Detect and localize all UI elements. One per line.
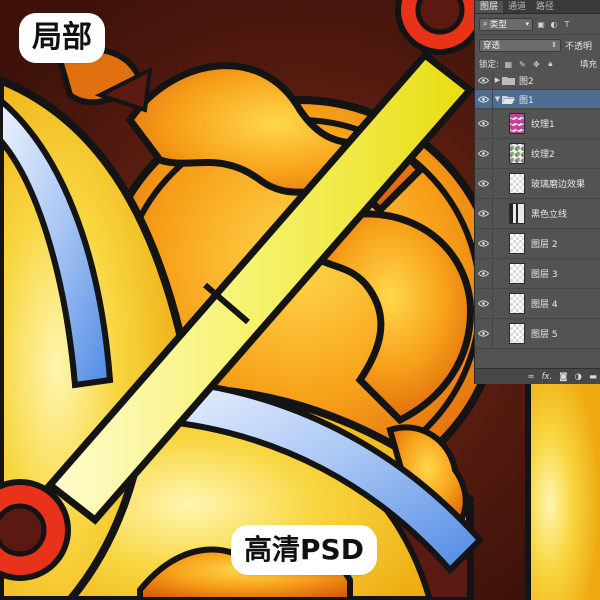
layer-thumbnail xyxy=(509,173,525,194)
layer-list: ▶ 图2 ▼ 图1 纹理1 纹理2 玻璃磨边效果 黑色立线 图层 2 图层 3 … xyxy=(475,71,600,368)
image-filter-icon[interactable]: ▣ xyxy=(536,19,546,29)
layer-row[interactable]: 图层 5 xyxy=(475,319,600,349)
lock-label: 锁定: xyxy=(479,60,499,70)
layer-name: 图层 3 xyxy=(531,270,558,280)
layer-group-row[interactable]: ▶ 图2 xyxy=(475,71,600,90)
new-group-icon[interactable]: ▬ xyxy=(589,372,597,382)
chevron-updown-icon: ⇕ xyxy=(551,41,557,49)
chevron-down-icon: ▾ xyxy=(525,20,529,28)
layer-thumbnail xyxy=(509,203,525,224)
visibility-eye-icon[interactable] xyxy=(475,199,493,228)
folder-icon xyxy=(502,76,515,85)
filter-row: ⌕ 类型 ▾ ▣ ◐ T xyxy=(475,14,600,35)
visibility-eye-icon[interactable] xyxy=(475,139,493,168)
lock-position-icon[interactable]: ✥ xyxy=(532,60,541,69)
visibility-eye-icon[interactable] xyxy=(475,71,493,89)
layer-name: 纹理2 xyxy=(531,150,555,160)
fill-label: 填充 xyxy=(579,60,597,70)
expand-arrow-icon[interactable]: ▶ xyxy=(493,76,502,84)
type-filter-icon[interactable]: T xyxy=(562,19,572,29)
visibility-eye-icon[interactable] xyxy=(475,229,493,258)
lock-transparent-icon[interactable]: ▦ xyxy=(504,60,513,69)
layer-name: 图1 xyxy=(519,95,534,106)
opacity-label: 不透明 xyxy=(565,41,593,52)
collapse-arrow-icon[interactable]: ▼ xyxy=(493,95,502,103)
layer-name: 图层 2 xyxy=(531,240,558,250)
layer-name: 图层 4 xyxy=(531,300,558,310)
adjustment-icon[interactable]: ◑ xyxy=(575,372,582,382)
filter-type-select[interactable]: ⌕ 类型 ▾ xyxy=(479,17,533,31)
layer-name: 图2 xyxy=(519,76,534,87)
layer-row[interactable]: 玻璃磨边效果 xyxy=(475,169,600,199)
visibility-eye-icon[interactable] xyxy=(475,109,493,138)
tab-channels[interactable]: 通道 xyxy=(503,1,531,13)
link-icon[interactable]: ∞ xyxy=(527,372,534,382)
layer-name: 纹理1 xyxy=(531,120,555,130)
panel-bottom-bar: ∞ fx. ◙ ◑ ▬ xyxy=(475,368,600,384)
visibility-eye-icon[interactable] xyxy=(475,90,493,108)
lock-paint-icon[interactable]: ✎ xyxy=(518,60,527,69)
layer-thumbnail xyxy=(509,233,525,254)
layers-panel: 图层 通道 路径 ⌕ 类型 ▾ ▣ ◐ T 穿透 ⇕ 不透明 锁定: ▦ ✎ ✥… xyxy=(474,0,600,384)
lock-all-icon[interactable]: 🔒︎ xyxy=(546,59,555,69)
layer-row[interactable]: 图层 3 xyxy=(475,259,600,289)
open-folder-icon xyxy=(502,95,515,104)
local-detail-label: 局部 xyxy=(22,16,102,60)
layer-thumbnail xyxy=(509,143,525,164)
layer-row[interactable]: 纹理2 xyxy=(475,139,600,169)
blend-row: 穿透 ⇕ 不透明 xyxy=(475,35,600,55)
layer-name: 黑色立线 xyxy=(531,210,568,220)
tab-layers[interactable]: 图层 xyxy=(475,1,504,13)
layer-row[interactable]: 图层 4 xyxy=(475,289,600,319)
layer-thumbnail xyxy=(509,113,525,134)
search-icon: ⌕ xyxy=(483,19,488,29)
blend-mode-value: 穿透 xyxy=(483,41,501,51)
layer-row[interactable]: 图层 2 xyxy=(475,229,600,259)
layer-thumbnail xyxy=(509,323,525,344)
visibility-eye-icon[interactable] xyxy=(475,169,493,198)
layer-group-row-selected[interactable]: ▼ 图1 xyxy=(475,90,600,109)
visibility-eye-icon[interactable] xyxy=(475,259,493,288)
adjustment-filter-icon[interactable]: ◐ xyxy=(549,19,559,29)
filter-type-value: 类型 xyxy=(489,20,507,30)
blend-mode-select[interactable]: 穿透 ⇕ xyxy=(479,38,561,52)
tab-paths[interactable]: 路径 xyxy=(531,1,559,13)
layer-name: 玻璃磨边效果 xyxy=(531,180,586,190)
layer-name: 图层 5 xyxy=(531,330,558,340)
layer-row[interactable]: 黑色立线 xyxy=(475,199,600,229)
hd-psd-label: 高清PSD xyxy=(234,528,374,572)
visibility-eye-icon[interactable] xyxy=(475,289,493,318)
layer-thumbnail xyxy=(509,263,525,284)
layer-row[interactable]: 纹理1 xyxy=(475,109,600,139)
layer-thumbnail xyxy=(509,293,525,314)
fx-icon[interactable]: fx. xyxy=(542,372,553,382)
panel-tabs: 图层 通道 路径 xyxy=(475,0,600,14)
mask-icon[interactable]: ◙ xyxy=(559,372,567,382)
visibility-eye-icon[interactable] xyxy=(475,319,493,348)
